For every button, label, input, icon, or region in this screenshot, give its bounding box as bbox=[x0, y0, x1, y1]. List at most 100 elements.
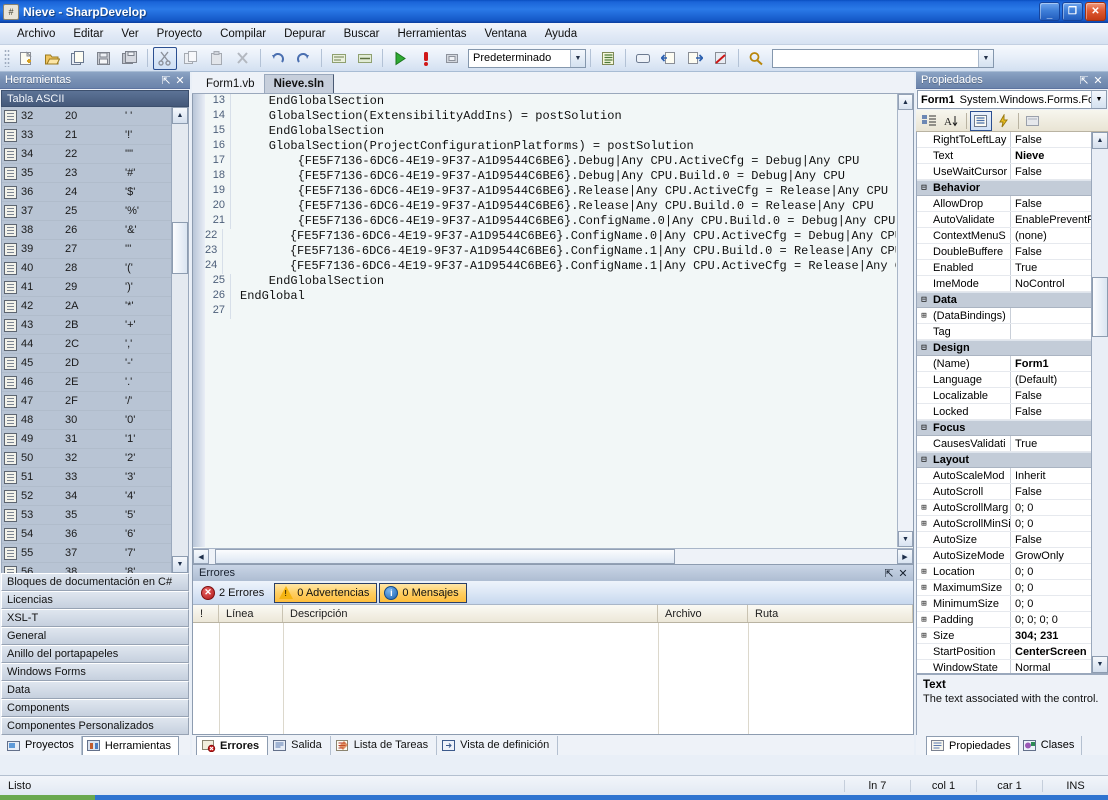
expander-icon[interactable]: ⊞ bbox=[917, 503, 931, 513]
column-header-linea[interactable]: Línea bbox=[219, 605, 283, 622]
delete-icon[interactable] bbox=[231, 47, 255, 70]
close-icon[interactable]: ✕ bbox=[1091, 74, 1105, 87]
ascii-table-row[interactable]: 462E'.' bbox=[2, 373, 188, 392]
toolbox-category[interactable]: XSL-T bbox=[1, 609, 189, 627]
scroll-right-button[interactable]: ▶ bbox=[897, 549, 913, 564]
open-file-icon[interactable] bbox=[40, 47, 64, 70]
toolbox-category[interactable]: Bloques de documentación en C# bbox=[1, 573, 189, 591]
ascii-table-row[interactable]: 442C',' bbox=[2, 335, 188, 354]
property-pages-icon[interactable] bbox=[1022, 111, 1044, 131]
pin-icon[interactable]: ⇱ bbox=[882, 567, 896, 580]
property-row[interactable]: AllowDropFalse bbox=[917, 196, 1108, 212]
scroll-down-button[interactable]: ▼ bbox=[1092, 656, 1108, 673]
save-icon[interactable] bbox=[92, 47, 116, 70]
menu-ventana[interactable]: Ventana bbox=[475, 25, 535, 43]
property-row[interactable]: ⊞MaximumSize0; 0 bbox=[917, 580, 1108, 596]
tab-clases[interactable]: Clases bbox=[1019, 736, 1083, 755]
property-row[interactable]: TextNieve bbox=[917, 148, 1108, 164]
configuration-combo[interactable]: Predeterminado ▼ bbox=[468, 49, 586, 68]
scroll-up-button[interactable]: ▲ bbox=[1092, 132, 1108, 149]
property-row[interactable]: RightToLeftLayFalse bbox=[917, 132, 1108, 148]
expander-icon[interactable]: ⊞ bbox=[917, 631, 931, 641]
property-row[interactable]: LockedFalse bbox=[917, 404, 1108, 420]
menu-ayuda[interactable]: Ayuda bbox=[536, 25, 586, 43]
cut-icon[interactable] bbox=[153, 47, 177, 70]
property-row[interactable]: ⊞AutoScrollMarg0; 0 bbox=[917, 500, 1108, 516]
ascii-table-row[interactable]: 5638'8' bbox=[2, 563, 188, 573]
ascii-table-row[interactable]: 3321'!' bbox=[2, 126, 188, 145]
undo-icon[interactable] bbox=[266, 47, 290, 70]
code-line[interactable]: 19 {FE5F7136-6DC6-4E19-9F37-A1D9544C6BE6… bbox=[205, 184, 896, 199]
search-combo[interactable]: ▼ bbox=[772, 49, 994, 68]
expander-icon[interactable]: ⊟ bbox=[917, 455, 931, 465]
menu-ver[interactable]: Ver bbox=[112, 25, 147, 43]
property-row[interactable]: ⊞AutoScrollMinSi0; 0 bbox=[917, 516, 1108, 532]
code-line[interactable]: 15 EndGlobalSection bbox=[205, 124, 896, 139]
menu-compilar[interactable]: Compilar bbox=[211, 25, 275, 43]
uncomment-icon[interactable] bbox=[353, 47, 377, 70]
property-row[interactable]: ContextMenuS(none) bbox=[917, 228, 1108, 244]
tab-lista-de-tareas[interactable]: Lista de Tareas bbox=[331, 736, 437, 755]
property-row[interactable]: LocalizableFalse bbox=[917, 388, 1108, 404]
property-row[interactable]: ⊞Location0; 0 bbox=[917, 564, 1108, 580]
hscroll-track[interactable] bbox=[209, 549, 897, 564]
scroll-thumb[interactable] bbox=[172, 222, 188, 274]
filter-mensajes-button[interactable]: i 0 Mensajes bbox=[379, 583, 466, 603]
property-row[interactable]: ImeModeNoControl bbox=[917, 276, 1108, 292]
toolbox-category[interactable]: Data bbox=[1, 681, 189, 699]
ascii-table-row[interactable]: 472F'/' bbox=[2, 392, 188, 411]
property-category-row[interactable]: ⊟Design bbox=[917, 340, 1108, 356]
menu-editar[interactable]: Editar bbox=[64, 25, 112, 43]
close-icon[interactable]: ✕ bbox=[896, 567, 910, 580]
scroll-up-button[interactable]: ▲ bbox=[172, 107, 188, 124]
property-row[interactable]: ⊞Padding0; 0; 0; 0 bbox=[917, 612, 1108, 628]
paste-icon[interactable] bbox=[205, 47, 229, 70]
pin-icon[interactable]: ⇱ bbox=[1077, 74, 1091, 87]
scroll-down-button[interactable]: ▼ bbox=[172, 556, 188, 573]
hscroll-thumb[interactable] bbox=[215, 549, 675, 564]
toolbox-category[interactable]: Licencias bbox=[1, 591, 189, 609]
code-line[interactable]: 23 {FE5F7136-6DC6-4E19-9F37-A1D9544C6BE6… bbox=[205, 244, 896, 259]
minimize-button[interactable]: _ bbox=[1039, 2, 1060, 21]
ascii-table-row[interactable]: 3927''' bbox=[2, 240, 188, 259]
properties-icon[interactable] bbox=[970, 111, 992, 131]
properties-grid[interactable]: RightToLeftLayFalseTextNieveUseWaitCurso… bbox=[916, 132, 1108, 673]
ascii-table-row[interactable]: 3624'$' bbox=[2, 183, 188, 202]
ascii-table-row[interactable]: 5032'2' bbox=[2, 449, 188, 468]
menu-archivo[interactable]: Archivo bbox=[8, 25, 64, 43]
go-forward-icon[interactable] bbox=[683, 47, 707, 70]
ascii-table-row[interactable]: 432B'+' bbox=[2, 316, 188, 335]
tab-proyectos[interactable]: Proyectos bbox=[3, 736, 82, 755]
close-button[interactable]: ✕ bbox=[1085, 2, 1106, 21]
ascii-table-row[interactable]: 5335'5' bbox=[2, 506, 188, 525]
property-category-row[interactable]: ⊟Focus bbox=[917, 420, 1108, 436]
maximize-button[interactable]: ❐ bbox=[1062, 2, 1083, 21]
stop-icon[interactable] bbox=[414, 47, 438, 70]
property-row[interactable]: AutoScrollFalse bbox=[917, 484, 1108, 500]
rectangle-icon[interactable] bbox=[631, 47, 655, 70]
chevron-down-icon[interactable]: ▼ bbox=[978, 50, 993, 67]
events-icon[interactable] bbox=[993, 111, 1015, 131]
property-row[interactable]: WindowStateNormal bbox=[917, 660, 1108, 673]
editor-tab-nieve-sln[interactable]: Nieve.sln bbox=[264, 74, 335, 93]
code-line[interactable]: 14 GlobalSection(ExtensibilityAddIns) = … bbox=[205, 109, 896, 124]
ascii-table-row[interactable]: 4129')' bbox=[2, 278, 188, 297]
ascii-table-row[interactable]: 3725'%' bbox=[2, 202, 188, 221]
property-row[interactable]: Language(Default) bbox=[917, 372, 1108, 388]
ascii-table-row[interactable]: 452D'-' bbox=[2, 354, 188, 373]
expander-icon[interactable]: ⊟ bbox=[917, 183, 931, 193]
scroll-up-button[interactable]: ▲ bbox=[898, 94, 913, 110]
editor-vertical-scrollbar[interactable]: ▲ ▼ bbox=[897, 94, 913, 547]
property-row[interactable]: DoubleBuffereFalse bbox=[917, 244, 1108, 260]
redo-icon[interactable] bbox=[292, 47, 316, 70]
properties-scrollbar[interactable]: ▲ ▼ bbox=[1091, 132, 1108, 673]
scroll-down-button[interactable]: ▼ bbox=[898, 531, 913, 547]
alphabetical-icon[interactable]: A bbox=[941, 111, 963, 131]
ascii-table-row[interactable]: 4028'(' bbox=[2, 259, 188, 278]
chevron-down-icon[interactable]: ▼ bbox=[570, 50, 585, 67]
code-line[interactable]: 22 {FE5F7136-6DC6-4E19-9F37-A1D9544C6BE6… bbox=[205, 229, 896, 244]
ascii-table-list[interactable]: 3220' '3321'!'3422'"'3523'#'3624'$'3725'… bbox=[1, 107, 189, 573]
find-icon[interactable] bbox=[744, 47, 768, 70]
toolbox-category[interactable]: Componentes Personalizados bbox=[1, 717, 189, 735]
property-row[interactable]: AutoSizeFalse bbox=[917, 532, 1108, 548]
